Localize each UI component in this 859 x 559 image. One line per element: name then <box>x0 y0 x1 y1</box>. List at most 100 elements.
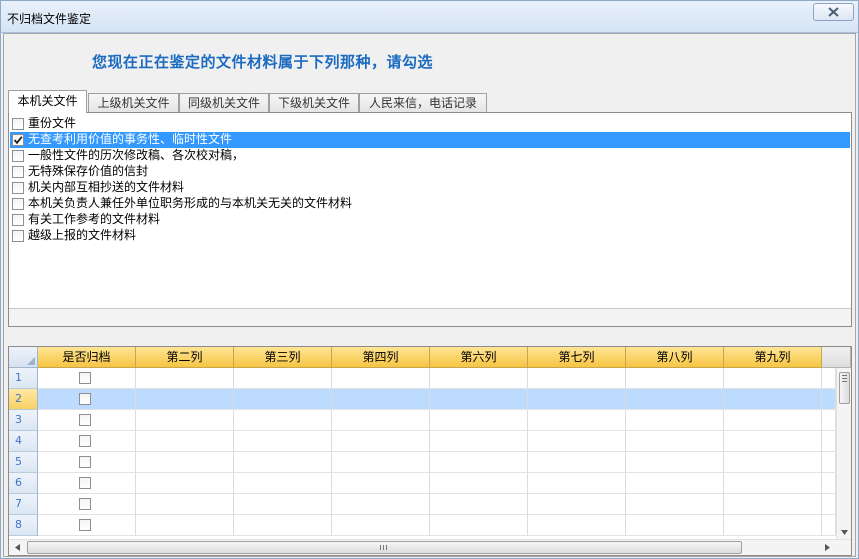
grid-cell[interactable] <box>528 494 626 515</box>
row-number[interactable]: 8 <box>9 515 38 536</box>
list-item[interactable]: 一般性文件的历次修改稿、各次校对稿， <box>10 148 850 164</box>
archive-checkbox[interactable] <box>79 477 91 489</box>
arrow-down-icon[interactable] <box>840 528 849 537</box>
vertical-scroll-thumb[interactable] <box>839 372 850 404</box>
table-row[interactable]: 2 <box>9 389 836 410</box>
checkbox[interactable] <box>12 134 24 146</box>
grid-cell[interactable] <box>234 494 332 515</box>
checkbox[interactable] <box>12 166 24 178</box>
grid-cell[interactable] <box>136 452 234 473</box>
grid-cell[interactable] <box>724 410 822 431</box>
checkbox[interactable] <box>12 150 24 162</box>
table-row[interactable]: 5 <box>9 452 836 473</box>
grid-cell[interactable] <box>430 494 528 515</box>
tab-peer-agency[interactable]: 同级机关文件 <box>179 93 269 113</box>
table-row[interactable]: 3 <box>9 410 836 431</box>
grid-cell[interactable] <box>234 452 332 473</box>
grid-cell[interactable] <box>136 410 234 431</box>
column-header-archived[interactable]: 是否归档 <box>38 347 136 368</box>
grid-cell[interactable] <box>822 389 836 410</box>
grid-cell[interactable] <box>430 452 528 473</box>
grid-cell[interactable] <box>822 452 836 473</box>
grid-cell[interactable] <box>626 368 724 389</box>
archive-checkbox[interactable] <box>79 498 91 510</box>
grid-cell[interactable] <box>724 389 822 410</box>
title-bar[interactable]: 不归档文件鉴定 <box>1 1 858 33</box>
grid-cell[interactable] <box>332 410 430 431</box>
grid-cell[interactable] <box>528 515 626 536</box>
grid-cell[interactable] <box>724 473 822 494</box>
tab-own-agency[interactable]: 本机关文件 <box>8 90 87 113</box>
grid-cell[interactable] <box>528 431 626 452</box>
grid-cell[interactable] <box>234 515 332 536</box>
checkbox[interactable] <box>12 198 24 210</box>
grid-cell[interactable] <box>528 473 626 494</box>
grid-cell[interactable] <box>822 473 836 494</box>
grid-cell[interactable] <box>136 431 234 452</box>
grid-cell[interactable] <box>136 389 234 410</box>
list-item[interactable]: 无查考利用价值的事务性、临时性文件 <box>10 132 850 148</box>
checkbox[interactable] <box>12 182 24 194</box>
grid-cell[interactable] <box>430 515 528 536</box>
archive-checkbox[interactable] <box>79 414 91 426</box>
grid-cell[interactable] <box>332 452 430 473</box>
grid-cell[interactable] <box>332 431 430 452</box>
list-item[interactable]: 重份文件 <box>10 116 850 132</box>
grid-cell[interactable] <box>626 389 724 410</box>
column-header[interactable]: 第八列 <box>626 347 724 368</box>
grid-cell[interactable] <box>724 368 822 389</box>
row-number[interactable]: 2 <box>9 389 38 410</box>
tab-superior-agency[interactable]: 上级机关文件 <box>88 93 179 113</box>
list-item[interactable]: 无特殊保存价值的信封 <box>10 164 850 180</box>
grid-cell[interactable] <box>724 515 822 536</box>
list-item[interactable]: 越级上报的文件材料 <box>10 228 850 244</box>
grid-cell[interactable] <box>234 389 332 410</box>
grid-cell[interactable] <box>626 473 724 494</box>
grid-cell[interactable] <box>822 494 836 515</box>
column-header[interactable]: 第二列 <box>136 347 234 368</box>
row-number[interactable]: 7 <box>9 494 38 515</box>
archive-cell[interactable] <box>38 410 136 431</box>
archive-cell[interactable] <box>38 431 136 452</box>
grid-cell[interactable] <box>430 389 528 410</box>
list-item[interactable]: 本机关负责人兼任外单位职务形成的与本机关无关的文件材料 <box>10 196 850 212</box>
arrow-right-icon[interactable] <box>823 543 832 552</box>
grid-cell[interactable] <box>626 452 724 473</box>
horizontal-scrollbar[interactable] <box>9 539 851 555</box>
tab-subordinate-agency[interactable]: 下级机关文件 <box>269 93 359 113</box>
archive-checkbox[interactable] <box>79 456 91 468</box>
grid-cell[interactable] <box>626 494 724 515</box>
grid-cell[interactable] <box>822 431 836 452</box>
archive-cell[interactable] <box>38 452 136 473</box>
grid-cell[interactable] <box>724 452 822 473</box>
checkbox[interactable] <box>12 230 24 242</box>
archive-cell[interactable] <box>38 473 136 494</box>
row-number[interactable]: 3 <box>9 410 38 431</box>
column-header[interactable]: 第六列 <box>430 347 528 368</box>
table-row[interactable]: 8 <box>9 515 836 536</box>
table-row[interactable]: 1 <box>9 368 836 389</box>
grid-cell[interactable] <box>332 515 430 536</box>
grid-cell[interactable] <box>528 368 626 389</box>
archive-checkbox[interactable] <box>79 372 91 384</box>
grid-cell[interactable] <box>528 389 626 410</box>
grid-cell[interactable] <box>528 410 626 431</box>
vertical-scrollbar[interactable] <box>836 368 851 540</box>
checkbox[interactable] <box>12 118 24 130</box>
grid-cell[interactable] <box>430 431 528 452</box>
grid-cell[interactable] <box>626 410 724 431</box>
column-header[interactable]: 第九列 <box>724 347 822 368</box>
arrow-left-icon[interactable] <box>13 543 22 552</box>
grid-cell[interactable] <box>136 368 234 389</box>
list-item[interactable]: 有关工作参考的文件材料 <box>10 212 850 228</box>
grid-cell[interactable] <box>332 473 430 494</box>
grid-cell[interactable] <box>332 368 430 389</box>
grid-cell[interactable] <box>626 515 724 536</box>
row-number[interactable]: 1 <box>9 368 38 389</box>
grid-cell[interactable] <box>234 431 332 452</box>
column-header[interactable]: 第七列 <box>528 347 626 368</box>
grid-cell[interactable] <box>234 410 332 431</box>
grid-cell[interactable] <box>234 368 332 389</box>
grid-cell[interactable] <box>724 494 822 515</box>
grid-cell[interactable] <box>528 452 626 473</box>
